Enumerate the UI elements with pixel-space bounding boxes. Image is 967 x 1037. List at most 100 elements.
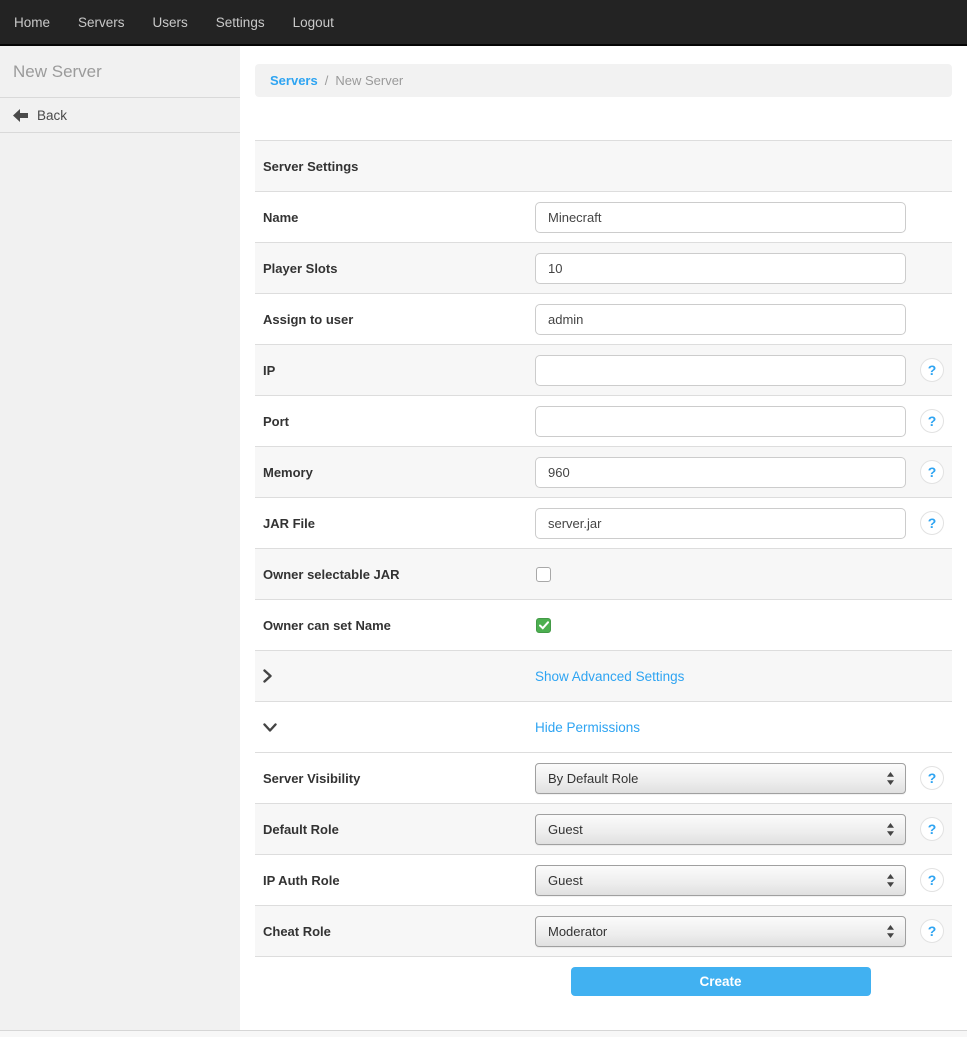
nav-item-settings[interactable]: Settings — [202, 15, 279, 30]
jar-file-input[interactable] — [535, 508, 906, 539]
row-label-cell: Server Visibility — [255, 771, 535, 786]
memory-input[interactable] — [535, 457, 906, 488]
owner-selectable-jar-checkbox[interactable] — [536, 567, 551, 582]
row-label: IP — [263, 363, 275, 378]
assign-to-user-input[interactable] — [535, 304, 906, 335]
nav-item-servers[interactable]: Servers — [64, 15, 139, 30]
row-help-cell: ? — [906, 817, 952, 841]
create-spacer — [255, 967, 535, 996]
row-label: Cheat Role — [263, 924, 331, 939]
owner-can-set-name-checkbox[interactable] — [536, 618, 551, 633]
row-field-cell: Guest — [535, 865, 906, 896]
select-arrows-icon — [886, 823, 895, 836]
help-icon[interactable]: ? — [920, 358, 944, 382]
row-label: Owner can set Name — [263, 618, 391, 633]
row-field-cell — [535, 253, 906, 284]
row-label: Default Role — [263, 822, 339, 837]
row-label-cell: Default Role — [255, 822, 535, 837]
page-footer-edge — [0, 1030, 967, 1037]
row-label: Port — [263, 414, 289, 429]
hide-permissions-link[interactable]: Hide Permissions — [535, 720, 640, 735]
row-label-cell: Owner selectable JAR — [255, 567, 535, 582]
row-field-cell — [535, 406, 906, 437]
breadcrumb: Servers / New Server — [255, 64, 952, 97]
select-value: Guest — [548, 873, 583, 888]
form-row-ip-auth-role: IP Auth Role Guest? — [255, 855, 952, 906]
select-arrows-icon — [886, 772, 895, 785]
row-label: Assign to user — [263, 312, 353, 327]
row-label: IP Auth Role — [263, 873, 340, 888]
sidebar: New Server Back — [0, 46, 240, 1030]
form-row-server-settings: Server Settings — [255, 141, 952, 192]
row-help-cell: ? — [906, 868, 952, 892]
row-label-cell: Server Settings — [255, 159, 535, 174]
row-field-cell — [535, 567, 906, 582]
form-row-show-advanced-settings: Show Advanced Settings — [255, 651, 952, 702]
chevron-down-icon[interactable] — [263, 723, 277, 732]
ip-input[interactable] — [535, 355, 906, 386]
row-label-cell — [255, 669, 535, 683]
breadcrumb-current: New Server — [335, 73, 403, 88]
top-navbar: HomeServersUsersSettingsLogout — [0, 0, 967, 46]
chevron-right-icon[interactable] — [263, 669, 272, 683]
help-icon[interactable]: ? — [920, 919, 944, 943]
row-field-cell: Moderator — [535, 916, 906, 947]
player-slots-input[interactable] — [535, 253, 906, 284]
help-icon[interactable]: ? — [920, 460, 944, 484]
select-value: By Default Role — [548, 771, 638, 786]
row-field-cell — [535, 304, 906, 335]
create-button[interactable]: Create — [571, 967, 871, 996]
help-icon[interactable]: ? — [920, 817, 944, 841]
ip-auth-role-select[interactable]: Guest — [535, 865, 906, 896]
form-row-port: Port? — [255, 396, 952, 447]
nav-item-home[interactable]: Home — [14, 15, 64, 30]
row-label-cell: Player Slots — [255, 261, 535, 276]
form-row-cheat-role: Cheat Role Moderator? — [255, 906, 952, 957]
nav-item-users[interactable]: Users — [139, 15, 202, 30]
row-field-cell — [535, 508, 906, 539]
select-arrows-icon — [886, 874, 895, 887]
create-zone: Create — [535, 967, 906, 996]
form-row-memory: Memory? — [255, 447, 952, 498]
row-label: Memory — [263, 465, 313, 480]
form-row-default-role: Default Role Guest? — [255, 804, 952, 855]
select-value: Moderator — [548, 924, 607, 939]
row-label-cell: Port — [255, 414, 535, 429]
form-row-owner-can-set-name: Owner can set Name — [255, 600, 952, 651]
create-row: Create — [255, 967, 952, 996]
row-field-cell — [535, 355, 906, 386]
row-label-cell — [255, 723, 535, 732]
row-field-cell: Show Advanced Settings — [535, 669, 906, 684]
row-label-cell: IP Auth Role — [255, 873, 535, 888]
help-icon[interactable]: ? — [920, 511, 944, 535]
name-input[interactable] — [535, 202, 906, 233]
row-label: Owner selectable JAR — [263, 567, 400, 582]
form-table: Server Settings Name Player Slots Assign to… — [255, 140, 952, 957]
cheat-role-select[interactable]: Moderator — [535, 916, 906, 947]
back-arrow-icon — [13, 109, 28, 122]
help-icon[interactable]: ? — [920, 868, 944, 892]
form-row-owner-selectable-jar: Owner selectable JAR — [255, 549, 952, 600]
form-row-name: Name — [255, 192, 952, 243]
breadcrumb-servers-link[interactable]: Servers — [270, 73, 318, 88]
row-label-cell: JAR File — [255, 516, 535, 531]
back-button[interactable]: Back — [0, 98, 240, 133]
page-title: New Server — [0, 46, 240, 98]
row-field-cell — [535, 457, 906, 488]
breadcrumb-separator: / — [325, 73, 329, 88]
help-icon[interactable]: ? — [920, 409, 944, 433]
help-icon[interactable]: ? — [920, 766, 944, 790]
nav-item-logout[interactable]: Logout — [279, 15, 348, 30]
server-visibility-select[interactable]: By Default Role — [535, 763, 906, 794]
form-row-hide-permissions: Hide Permissions — [255, 702, 952, 753]
form-row-server-visibility: Server Visibility By Default Role? — [255, 753, 952, 804]
row-help-cell: ? — [906, 919, 952, 943]
back-label: Back — [37, 108, 67, 123]
form-row-assign-to-user: Assign to user — [255, 294, 952, 345]
row-label: JAR File — [263, 516, 315, 531]
default-role-select[interactable]: Guest — [535, 814, 906, 845]
select-value: Guest — [548, 822, 583, 837]
port-input[interactable] — [535, 406, 906, 437]
show-advanced-settings-link[interactable]: Show Advanced Settings — [535, 669, 684, 684]
row-label: Server Visibility — [263, 771, 360, 786]
